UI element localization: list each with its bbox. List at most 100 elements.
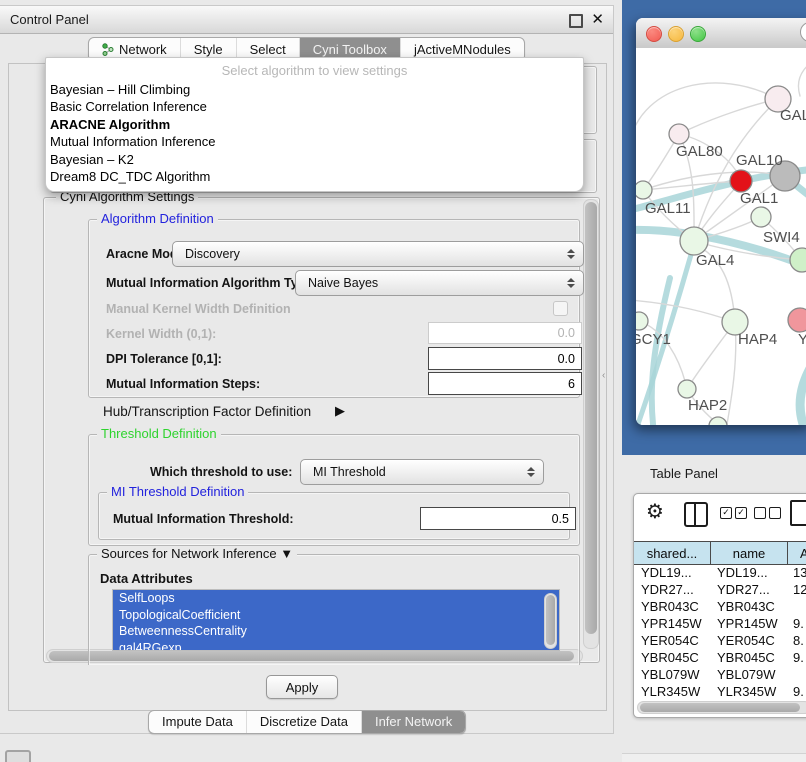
network-node-gal1[interactable] xyxy=(751,207,771,227)
algorithm-option-dream8-dc-tdc-algorithm[interactable]: Dream8 DC_TDC Algorithm xyxy=(46,168,583,185)
mac-minimize-button[interactable] xyxy=(668,26,684,42)
data-attributes-list[interactable]: SelfLoopsTopologicalCoefficientBetweenne… xyxy=(112,589,560,651)
network-node-gal4[interactable] xyxy=(680,227,708,255)
dpi-tolerance-field[interactable]: 0.0 xyxy=(428,347,582,370)
mi-type-label: Mutual Information Algorithm Type: xyxy=(106,276,316,290)
algorithm-dropdown-prompt: Select algorithm to view settings xyxy=(46,60,583,81)
table-cell: YBL079W xyxy=(634,667,711,682)
sources-collapse-arrow-icon[interactable]: ▼ xyxy=(280,546,293,561)
mac-close-button[interactable] xyxy=(646,26,662,42)
attribute-item-betweennesscentrality[interactable]: BetweennessCentrality xyxy=(113,623,559,640)
algorithm-option-aracne-algorithm[interactable]: ARACNE Algorithm xyxy=(46,116,583,133)
splitter-handle[interactable]: ‹ xyxy=(602,370,605,381)
column-header-name[interactable]: name xyxy=(711,542,788,564)
table-cell: 9. xyxy=(788,650,806,665)
control-panel-title: Control Panel xyxy=(10,12,89,27)
kernel-width-value: 0.0 xyxy=(558,326,575,340)
network-node-label: GCY1 xyxy=(636,331,671,348)
manual-kernel-checkbox[interactable] xyxy=(553,301,568,316)
table-row[interactable]: YBR043CYBR043C xyxy=(634,598,806,615)
network-node[interactable] xyxy=(730,170,752,192)
network-edge[interactable] xyxy=(636,300,735,322)
table-row[interactable]: YDL19...YDL19...13 xyxy=(634,564,806,581)
settings-vertical-scrollbar[interactable] xyxy=(583,199,599,649)
close-icon[interactable]: ✕ xyxy=(591,10,604,28)
mac-zoom-button[interactable] xyxy=(690,26,706,42)
network-node-gal11[interactable] xyxy=(636,181,652,199)
tab-label: jActiveMNodules xyxy=(414,42,511,57)
column-header-a[interactable]: A xyxy=(788,542,806,564)
network-edge[interactable] xyxy=(798,54,806,96)
tab-discretize-data[interactable]: Discretize Data xyxy=(246,711,361,733)
network-icon xyxy=(102,43,114,56)
attribute-item-topologicalcoefficient[interactable]: TopologicalCoefficient xyxy=(113,607,559,624)
table-row[interactable]: YLR345WYLR345W9. xyxy=(634,683,806,697)
hub-expand-arrow-icon[interactable]: ▶ xyxy=(335,403,345,419)
columns-icon[interactable] xyxy=(684,502,708,527)
table-body: YDL19...YDL19...13YDR27...YDR27...12YBR0… xyxy=(634,564,806,697)
aracne-mode-combo[interactable]: Discovery xyxy=(172,241,584,267)
algorithm-option-mutual-information-inference[interactable]: Mutual Information Inference xyxy=(46,133,583,150)
algorithm-option-bayesian-k2[interactable]: Bayesian – K2 xyxy=(46,151,583,168)
table-cell: 8. xyxy=(788,633,806,648)
attributes-scrollbar-thumb[interactable] xyxy=(546,595,555,645)
table-row[interactable]: YER054CYER054C8. xyxy=(634,632,806,649)
algorithm-option-basic-correlation-inference[interactable]: Basic Correlation Inference xyxy=(46,98,583,115)
kernel-width-label: Kernel Width (0,1): xyxy=(106,327,216,341)
tab-infer-network[interactable]: Infer Network xyxy=(361,711,465,733)
data-attributes-label: Data Attributes xyxy=(100,571,193,586)
network-node-gcy1[interactable] xyxy=(636,312,648,330)
tab-impute-data[interactable]: Impute Data xyxy=(149,711,246,733)
table-row[interactable]: YBR045CYBR045C9. xyxy=(634,649,806,666)
tab-label: Network xyxy=(119,42,167,57)
table-header-row[interactable]: shared...nameA xyxy=(634,541,806,565)
kernel-width-field[interactable]: 0.0 xyxy=(428,322,582,344)
gear-icon[interactable]: ⚙ xyxy=(646,499,664,524)
network-canvas[interactable]: GALGAL80GAL10GAL11GAL1SWI4GAL4GCY1HAP4YH… xyxy=(636,48,806,425)
network-node-swi4[interactable] xyxy=(790,248,806,272)
attribute-item-selfloops[interactable]: SelfLoops xyxy=(113,590,559,607)
apply-button[interactable]: Apply xyxy=(266,675,338,699)
network-edge[interactable] xyxy=(726,322,736,425)
control-panel-titlebar[interactable]: Control Panel ✕ xyxy=(0,6,613,34)
aracne-mode-value: Discovery xyxy=(185,247,240,261)
network-node-y[interactable] xyxy=(788,308,806,332)
table-row[interactable]: YPR145WYPR145W9. xyxy=(634,615,806,632)
network-node-label: HAP2 xyxy=(688,397,727,414)
clipped-toolbar-button[interactable] xyxy=(800,22,806,42)
network-edge[interactable] xyxy=(636,83,778,140)
network-node-label: GAL xyxy=(780,107,806,124)
attribute-item-gal4rgexp[interactable]: gal4RGexp xyxy=(113,640,559,651)
network-edge[interactable] xyxy=(679,99,778,134)
network-view-window[interactable]: GALGAL80GAL10GAL11GAL1SWI4GAL4GCY1HAP4YH… xyxy=(636,18,806,425)
deselect-all-icon[interactable] xyxy=(754,507,781,519)
file-icon[interactable] xyxy=(790,500,806,526)
combo-arrows-icon xyxy=(567,278,575,288)
network-node-label: SWI4 xyxy=(763,229,800,246)
mi-steps-field[interactable]: 6 xyxy=(428,372,582,395)
network-edge[interactable] xyxy=(800,340,806,425)
column-header-shared[interactable]: shared... xyxy=(634,542,711,564)
select-all-icon[interactable]: ✓ ✓ xyxy=(720,507,747,519)
float-window-icon[interactable] xyxy=(569,14,583,28)
threshold-definition-title: Threshold Definition xyxy=(97,426,221,441)
network-node-label: GAL80 xyxy=(676,143,723,160)
settings-vertical-scrollbar-thumb[interactable] xyxy=(585,202,597,634)
mi-type-combo[interactable]: Naive Bayes xyxy=(295,270,584,296)
which-threshold-combo[interactable]: MI Threshold xyxy=(300,459,544,485)
network-node-label: Y xyxy=(798,331,806,348)
table-row[interactable]: YBL079WYBL079W xyxy=(634,666,806,683)
mi-threshold-field[interactable]: 0.5 xyxy=(420,507,576,530)
algorithm-option-bayesian-hill-climbing[interactable]: Bayesian – Hill Climbing xyxy=(46,81,583,98)
collapsed-panel-icon[interactable] xyxy=(5,750,31,762)
table-row[interactable]: YDR27...YDR27...12 xyxy=(634,581,806,598)
network-node-gal80[interactable] xyxy=(669,124,689,144)
mi-threshold-definition-title: MI Threshold Definition xyxy=(107,484,248,499)
mi-threshold-label: Mutual Information Threshold: xyxy=(113,512,294,526)
table-horizontal-scrollbar-thumb[interactable] xyxy=(640,703,800,712)
network-node-hap2[interactable] xyxy=(678,380,696,398)
manual-kernel-label: Manual Kernel Width Definition xyxy=(106,302,291,316)
tab-label: Impute Data xyxy=(162,714,233,729)
table-horizontal-scrollbar[interactable] xyxy=(637,701,806,714)
attributes-scrollbar[interactable] xyxy=(544,593,557,649)
